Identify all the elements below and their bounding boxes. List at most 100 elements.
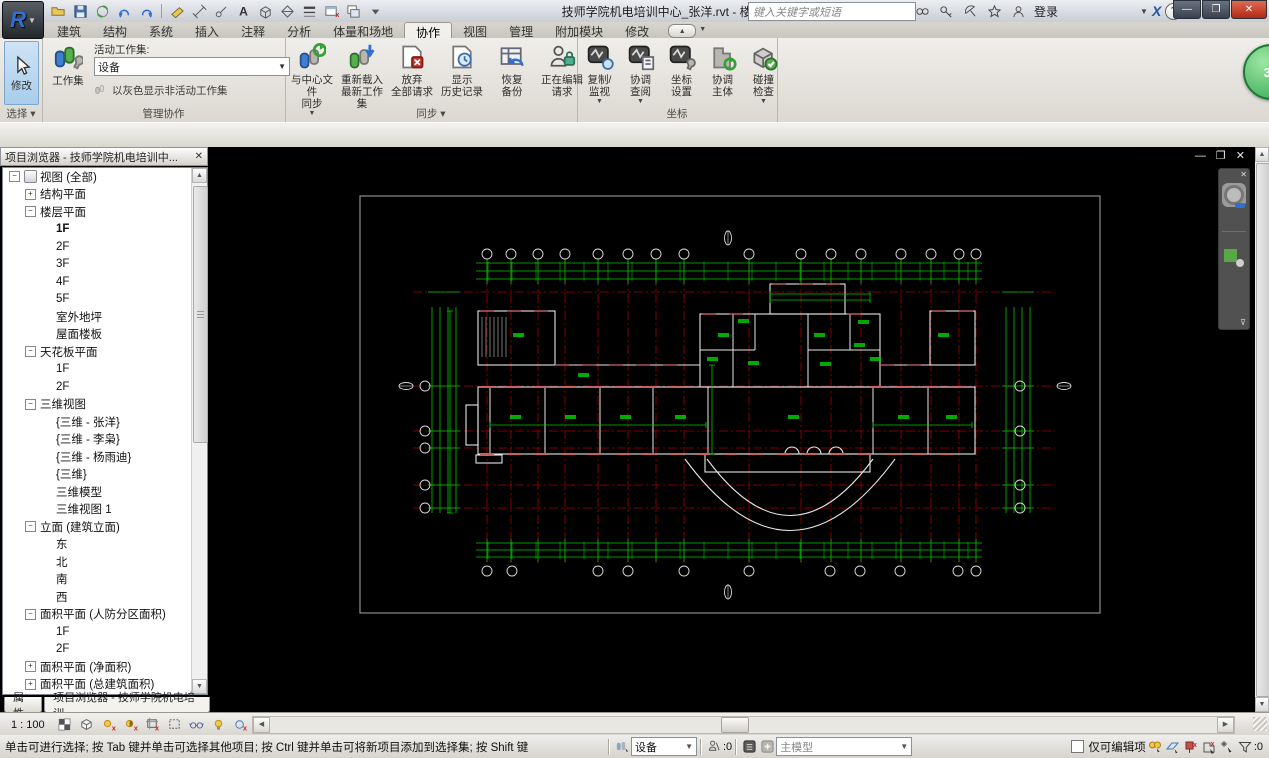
tree-item-2F[interactable]: 2F	[3, 378, 207, 396]
chevron-down-icon[interactable]: ⊽	[1240, 318, 1246, 327]
default-3d-view-icon[interactable]	[255, 2, 275, 20]
design-option-combobox[interactable]: 主模型 ▼	[776, 737, 913, 756]
minimize-button[interactable]: —	[1173, 0, 1201, 19]
shadows-icon[interactable]: x	[121, 715, 141, 734]
coordination-host-button[interactable]: 协调 主体	[702, 40, 743, 108]
panel-tab-项目浏览器 - 技师学院机电培训...[interactable]: 项目浏览器 - 技师学院机电培训...	[44, 692, 210, 720]
show-history-button[interactable]: 显示 历史记录	[437, 40, 487, 108]
scrollbar-thumb[interactable]	[193, 186, 208, 443]
show-crop-region-icon[interactable]	[165, 715, 185, 734]
switch-windows-icon[interactable]	[343, 2, 363, 20]
relinquish-icon[interactable]: x	[1200, 738, 1218, 755]
synchronize-panel-label[interactable]: 同步 ▾	[285, 106, 577, 121]
tab-插入[interactable]: 插入	[184, 22, 230, 39]
tree-item-2F[interactable]: 2F	[3, 641, 207, 659]
editable-items-filter-icon[interactable]	[1164, 738, 1182, 755]
tab-系统[interactable]: 系统	[138, 22, 184, 39]
view-close-button[interactable]: ✕	[1236, 149, 1245, 163]
tab-协作[interactable]: 协作	[404, 22, 453, 40]
collapse-icon[interactable]: −	[9, 171, 20, 183]
tab-视图[interactable]: 视图	[452, 22, 498, 39]
relinquish-all-button[interactable]: 放弃 全部请求	[387, 40, 437, 108]
section-icon[interactable]	[277, 2, 297, 20]
tree-item-面积平面 (净面积)[interactable]: + 面积平面 (净面积)	[3, 658, 207, 676]
close-button[interactable]: ✕	[1231, 0, 1267, 19]
tree-item-4F[interactable]: 4F	[3, 273, 207, 291]
sign-in-button[interactable]: 登录	[1034, 3, 1058, 20]
reveal-hidden-icon[interactable]	[209, 715, 229, 734]
tree-item-1F[interactable]: 1F	[3, 221, 207, 239]
filter-icon[interactable]	[1236, 738, 1254, 755]
tree-item-立面 (建筑立面)[interactable]: − 立面 (建筑立面)	[3, 518, 207, 536]
add-to-set-icon[interactable]	[758, 738, 776, 755]
tree-item-屋面楼板[interactable]: 屋面楼板	[3, 326, 207, 344]
tree-item-1F[interactable]: 1F	[3, 361, 207, 379]
tree-item-3F[interactable]: 3F	[3, 256, 207, 274]
release-worksets-icon[interactable]: x	[1182, 738, 1200, 755]
sync-with-central-icon[interactable]	[92, 2, 112, 20]
close-hidden-windows-icon[interactable]: x	[321, 2, 341, 20]
expand-icon[interactable]: +	[25, 188, 36, 200]
tab-分析[interactable]: 分析	[276, 22, 322, 39]
editing-requests-icon[interactable]	[705, 738, 723, 755]
editable-only-toggle[interactable]: 仅可编辑项	[1071, 739, 1146, 755]
vertical-scrollbar[interactable]: ▲ ▼	[1255, 147, 1269, 712]
active-workset-combobox[interactable]: 设备 ▼	[94, 57, 290, 76]
account-person-icon[interactable]	[1008, 2, 1028, 20]
modify-button[interactable]: 修改	[4, 41, 39, 105]
visual-style-icon[interactable]	[77, 715, 97, 734]
aligned-dimension-icon[interactable]	[189, 2, 209, 20]
tree-item-北[interactable]: 北	[3, 553, 207, 571]
tree-item-东[interactable]: 东	[3, 536, 207, 554]
tree-item-2F[interactable]: 2F	[3, 238, 207, 256]
detail-level-icon[interactable]	[55, 715, 75, 734]
tab-附加模块[interactable]: 附加模块	[544, 22, 614, 39]
temporary-hide-isolate-icon[interactable]	[187, 715, 207, 734]
tree-item-南[interactable]: 南	[3, 571, 207, 589]
minimize-ribbon-button[interactable]: ▲	[668, 24, 697, 38]
interference-check-button[interactable]: 碰撞 检查 ▼	[743, 40, 784, 108]
tree-item-{三维}[interactable]: {三维}	[3, 466, 207, 484]
tab-建筑[interactable]: 建筑	[46, 22, 92, 39]
zoom-icon[interactable]	[1224, 247, 1244, 267]
tab-修改[interactable]: 修改	[614, 22, 660, 39]
customize-qat-icon[interactable]	[365, 2, 385, 20]
tree-item-面积平面 (人防分区面积)[interactable]: − 面积平面 (人防分区面积)	[3, 606, 207, 624]
tree-item-1F[interactable]: 1F	[3, 623, 207, 641]
workset-status-combobox[interactable]: 设备 ▼	[631, 737, 697, 756]
floor-plan-drawing[interactable]	[210, 147, 1255, 712]
collapse-icon[interactable]: −	[25, 521, 36, 533]
tab-注释[interactable]: 注释	[230, 22, 276, 39]
drawing-area[interactable]: — ❐ ✕ ✕ ⊽ ▲ ▼	[210, 147, 1269, 712]
application-menu-button[interactable]: R ▼	[2, 1, 44, 39]
subscription-key-icon[interactable]	[936, 2, 956, 20]
infocenter-search-input[interactable]: 键入关键字或短语	[748, 2, 916, 21]
redo-icon[interactable]	[136, 2, 156, 20]
tab-结构[interactable]: 结构	[92, 22, 138, 39]
tab-体量和场地[interactable]: 体量和场地	[322, 22, 404, 39]
exchange-apps-icon[interactable]: X	[1152, 3, 1161, 19]
tree-item-{三维 - 张洋}[interactable]: {三维 - 张洋}	[3, 413, 207, 431]
scroll-left-icon[interactable]: ◀	[253, 717, 270, 733]
tree-item-天花板平面[interactable]: − 天花板平面	[3, 343, 207, 361]
measure-icon[interactable]	[167, 2, 187, 20]
tree-item-西[interactable]: 西	[3, 588, 207, 606]
coordinate-settings-button[interactable]: 坐标 设置	[661, 40, 702, 108]
favorites-star-icon[interactable]	[984, 2, 1004, 20]
text-icon[interactable]: A	[233, 2, 253, 20]
restore-backup-button[interactable]: 恢复 备份	[487, 40, 537, 108]
editable-only-checkbox[interactable]	[1071, 740, 1085, 753]
tag-icon[interactable]	[211, 2, 231, 20]
sync-central-button[interactable]: 与中心文件 同步 ▼	[287, 40, 337, 117]
scroll-up-icon[interactable]: ▲	[192, 168, 207, 183]
thin-lines-icon[interactable]	[299, 2, 319, 20]
design-options-icon[interactable]	[740, 738, 758, 755]
collapse-icon[interactable]: −	[25, 346, 36, 358]
select-toggle-icon[interactable]	[1218, 738, 1236, 755]
coordination-review-button[interactable]: 协调 查阅 ▼	[620, 40, 661, 108]
collapse-icon[interactable]: −	[25, 398, 36, 410]
undo-icon[interactable]	[114, 2, 134, 20]
expand-icon[interactable]: +	[25, 661, 36, 673]
tree-item-三维模型[interactable]: 三维模型	[3, 483, 207, 501]
collapse-icon[interactable]: −	[25, 206, 36, 218]
